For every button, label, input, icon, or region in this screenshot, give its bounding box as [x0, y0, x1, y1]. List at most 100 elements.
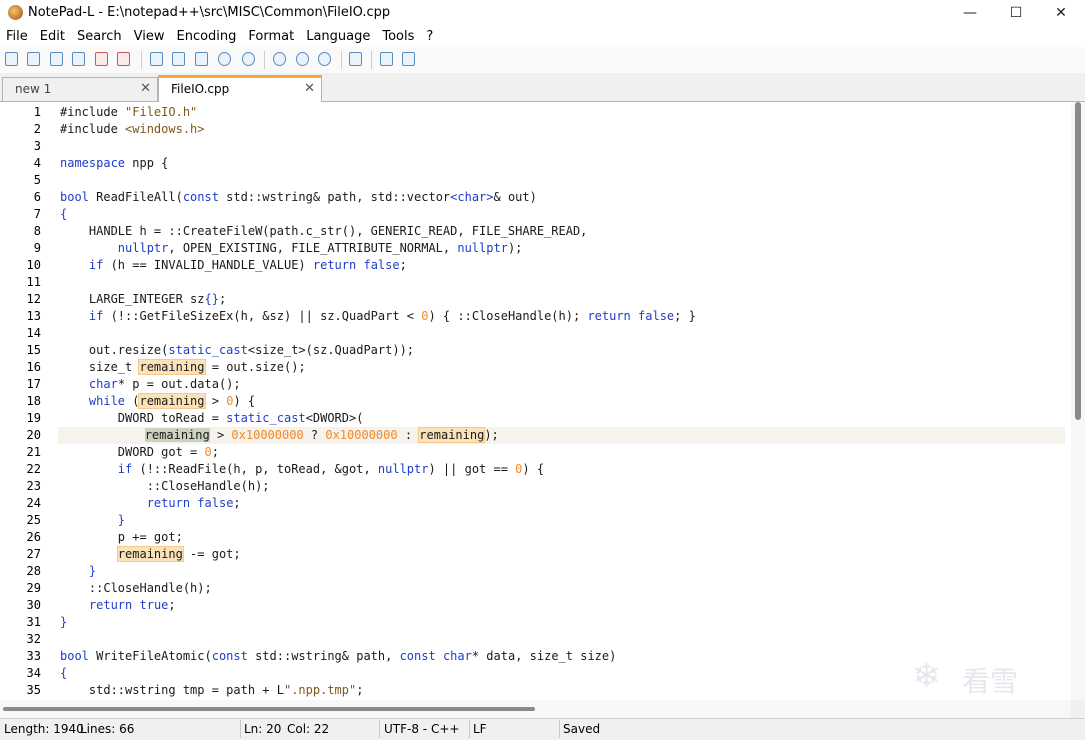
line-number: 26 [26, 530, 41, 544]
sync-scroll-icon[interactable] [402, 52, 415, 66]
code-line[interactable]: } [60, 614, 1065, 631]
code-line[interactable]: if (!::GetFileSizeEx(h, &sz) || sz.QuadP… [60, 308, 1065, 325]
code-line[interactable]: if (h == INVALID_HANDLE_VALUE) return fa… [60, 257, 1065, 274]
menu-format[interactable]: Format [242, 26, 300, 47]
code-line[interactable]: nullptr, OPEN_EXISTING, FILE_ATTRIBUTE_N… [60, 240, 1065, 257]
status-divider [559, 720, 560, 738]
vertical-scrollbar[interactable] [1071, 102, 1085, 700]
menu-language[interactable]: Language [300, 26, 376, 47]
status-encoding[interactable]: UTF-8 - C++ [384, 722, 459, 736]
code-line[interactable]: size_t remaining = out.size(); [60, 359, 1065, 376]
zoom-in-icon[interactable] [296, 52, 309, 66]
title-bar: NotePad-L - E:\notepad++\src\MISC\Common… [0, 0, 1085, 26]
menu-view[interactable]: View [128, 26, 171, 47]
code-line[interactable]: remaining > 0x10000000 ? 0x10000000 : re… [58, 427, 1065, 444]
find-icon[interactable] [273, 52, 286, 66]
code-line[interactable]: namespace npp { [60, 155, 1065, 172]
code-line[interactable]: ::CloseHandle(h); [60, 478, 1065, 495]
undo-icon[interactable] [218, 52, 231, 66]
code-line[interactable] [60, 274, 1065, 291]
open-file-icon[interactable] [27, 52, 40, 66]
maximize-button[interactable]: ☐ [993, 0, 1039, 26]
code-line[interactable]: HANDLE h = ::CreateFileW(path.c_str(), G… [60, 223, 1065, 240]
code-line[interactable]: DWORD got = 0; [60, 444, 1065, 461]
copy-icon[interactable] [172, 52, 185, 66]
code-line[interactable]: #include <windows.h> [60, 121, 1065, 138]
status-divider [379, 720, 380, 738]
code-line[interactable]: LARGE_INTEGER sz{}; [60, 291, 1065, 308]
cut-icon[interactable] [150, 52, 163, 66]
horizontal-scroll-thumb[interactable] [3, 707, 535, 711]
line-number: 25 [26, 513, 41, 527]
vertical-scroll-thumb[interactable] [1075, 102, 1081, 420]
line-number: 4 [33, 156, 41, 170]
tab-new-1[interactable]: new 1 ✕ [2, 77, 158, 101]
code-line[interactable]: bool ReadFileAll(const std::wstring& pat… [60, 189, 1065, 206]
toolbar-divider [264, 51, 265, 69]
tab-fileio-cpp[interactable]: FileIO.cpp ✕ [158, 75, 322, 102]
snowflake-icon: ❄ [912, 656, 941, 696]
redo-icon[interactable] [242, 52, 255, 66]
status-eol[interactable]: LF [473, 722, 487, 736]
toolbar-divider [141, 51, 142, 69]
line-number: 2 [33, 122, 41, 136]
code-editor[interactable]: 1 2 3 4 5 6 7 8 9 10 11 12 13 14 15 16 17 18 19 20 21 22 23 24 2… [0, 102, 1071, 700]
code-line[interactable]: return false; [60, 495, 1065, 512]
status-bar: Length: 1940 Lines: 66 Ln: 20 Col: 22 UT… [0, 718, 1085, 740]
code-line[interactable]: { [60, 206, 1065, 223]
bookmark-icon[interactable] [349, 52, 362, 66]
code-line[interactable]: #include "FileIO.h" [60, 104, 1065, 121]
code-line[interactable]: return true; [60, 597, 1065, 614]
code-line[interactable] [60, 325, 1065, 342]
watermark: ❄ 看雪 [912, 656, 1072, 700]
zoom-out-icon[interactable] [318, 52, 331, 66]
line-number: 33 [26, 649, 41, 663]
code-line[interactable]: } [60, 512, 1065, 529]
line-number: 29 [26, 581, 41, 595]
menu-tools[interactable]: Tools [376, 26, 420, 47]
horizontal-scrollbar[interactable] [0, 700, 1071, 718]
tab-label: FileIO.cpp [171, 82, 230, 96]
paste-icon[interactable] [195, 52, 208, 66]
save-icon[interactable] [50, 52, 63, 66]
line-number: 6 [33, 190, 41, 204]
code-area[interactable]: #include "FileIO.h" #include <windows.h> n… [58, 102, 1065, 700]
close-all-icon[interactable] [117, 52, 130, 66]
line-number: 13 [26, 309, 41, 323]
status-divider [469, 720, 470, 738]
menu-help[interactable]: ? [420, 26, 439, 47]
code-line[interactable]: DWORD toRead = static_cast<DWORD>( [60, 410, 1065, 427]
code-line[interactable]: while (remaining > 0) { [60, 393, 1065, 410]
save-all-icon[interactable] [72, 52, 85, 66]
code-line[interactable]: char* p = out.data(); [60, 376, 1065, 393]
line-number: 32 [26, 632, 41, 646]
menu-encoding[interactable]: Encoding [170, 26, 242, 47]
code-line[interactable]: remaining -= got; [60, 546, 1065, 563]
menu-edit[interactable]: Edit [34, 26, 71, 47]
window-title: NotePad-L - E:\notepad++\src\MISC\Common… [28, 5, 391, 20]
minimize-button[interactable]: — [947, 0, 993, 26]
menu-file[interactable]: File [0, 26, 34, 47]
code-line[interactable]: } [60, 563, 1065, 580]
close-icon[interactable]: ✕ [140, 81, 151, 96]
code-line[interactable]: if (!::ReadFile(h, p, toRead, &got, null… [60, 461, 1065, 478]
status-lines: Lines: 66 [80, 722, 135, 736]
code-line[interactable]: out.resize(static_cast<size_t>(sz.QuadPa… [60, 342, 1065, 359]
close-icon[interactable]: ✕ [304, 81, 315, 96]
status-ln: Ln: 20 [244, 722, 282, 736]
code-line[interactable]: p += got; [60, 529, 1065, 546]
close-button[interactable]: ✕ [1038, 0, 1084, 26]
app-logo-icon [8, 5, 23, 20]
code-line[interactable] [60, 138, 1065, 155]
line-number: 28 [26, 564, 41, 578]
code-line[interactable]: ::CloseHandle(h); [60, 580, 1065, 597]
code-line[interactable] [60, 631, 1065, 648]
code-line[interactable] [60, 172, 1065, 189]
tab-label: new 1 [15, 82, 52, 96]
line-number: 22 [26, 462, 41, 476]
menu-search[interactable]: Search [71, 26, 128, 47]
line-number: 14 [26, 326, 41, 340]
split-view-icon[interactable] [380, 52, 393, 66]
new-file-icon[interactable] [5, 52, 18, 66]
close-file-icon[interactable] [95, 52, 108, 66]
